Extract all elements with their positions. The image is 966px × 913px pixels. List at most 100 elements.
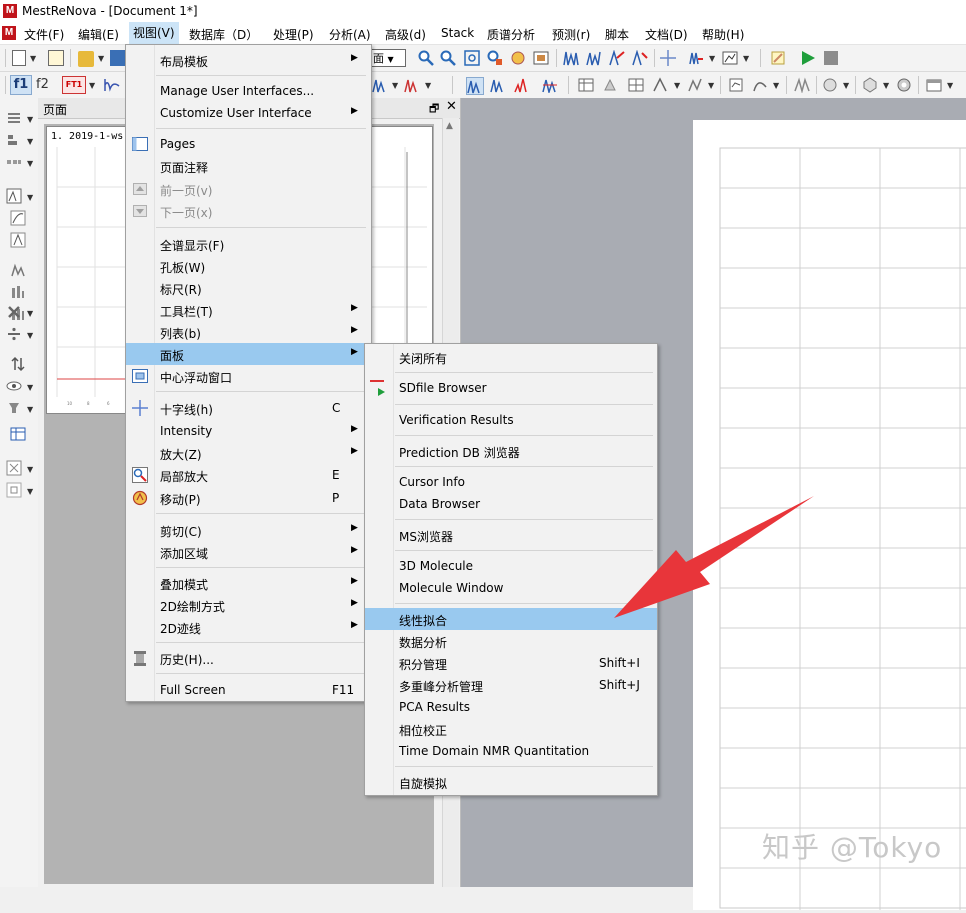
menu-item-ruler[interactable]: 标尺(R) [126, 277, 371, 299]
chevron-down-icon[interactable]: ▼ [27, 193, 33, 202]
baseline-tool-icon[interactable] [10, 284, 26, 300]
layout-combo[interactable]: 面 ▼ [370, 49, 406, 67]
menu-item-cut[interactable]: 剪切(C) ▶ [126, 519, 371, 541]
menu-item-integral-manager[interactable]: 积分管理 Shift+I [365, 652, 657, 674]
menu-item-pan[interactable]: 移动(P) P [126, 487, 371, 509]
menu-predict[interactable]: 预测(r) [552, 26, 590, 43]
menu-item-history[interactable]: 历史(H)... [126, 647, 371, 669]
chevron-down-icon[interactable]: ▼ [27, 115, 33, 124]
menu-item-time-domain-nmr[interactable]: Time Domain NMR Quantitation [365, 740, 657, 762]
menu-item-panels[interactable]: 面板 ▶ [126, 343, 371, 365]
sort-tool-icon[interactable] [10, 356, 26, 372]
stack-icon[interactable] [372, 77, 388, 93]
menu-document[interactable]: 文档(D) [645, 26, 688, 43]
pin-icon[interactable] [6, 400, 22, 416]
chevron-down-icon[interactable]: ▼ [709, 54, 715, 63]
chevron-down-icon[interactable]: ▼ [843, 81, 849, 90]
menu-item-verification-results[interactable]: Verification Results [365, 409, 657, 431]
molecule-icon[interactable] [602, 77, 618, 93]
menu-item-intensity[interactable]: Intensity ▶ [126, 420, 371, 442]
menu-item-next-page[interactable]: 下一页(x) [126, 200, 371, 222]
menu-item-pages[interactable]: Pages [126, 133, 371, 155]
chevron-down-icon[interactable]: ▼ [27, 331, 33, 340]
integrate-icon[interactable] [632, 50, 648, 66]
script-icon[interactable] [770, 50, 786, 66]
menu-item-2d-plot-mode[interactable]: 2D绘制方式 ▶ [126, 594, 371, 616]
zoom-region-icon[interactable] [487, 50, 503, 66]
multiplet-tool-left-icon[interactable] [10, 232, 26, 248]
menu-item-overlay-mode[interactable]: 叠加模式 ▶ [126, 572, 371, 594]
spectrum-lines-icon[interactable] [490, 77, 506, 93]
table-icon[interactable] [578, 77, 594, 93]
menu-edit[interactable]: 编辑(E) [78, 26, 119, 43]
menu-help[interactable]: 帮助(H) [702, 26, 744, 43]
zoom-out-icon[interactable] [440, 50, 456, 66]
chevron-down-icon[interactable]: ▼ [674, 81, 680, 90]
crosshair-icon[interactable] [660, 50, 676, 66]
document-logo-icon[interactable]: M [2, 26, 16, 40]
integral-tool-icon[interactable] [10, 210, 26, 226]
menu-item-center-float-window[interactable]: 中心浮动窗口 [126, 365, 371, 387]
chevron-down-icon[interactable]: ▼ [773, 81, 779, 90]
menu-stack[interactable]: Stack [441, 26, 474, 40]
menu-item-zoom[interactable]: 放大(Z) ▶ [126, 442, 371, 464]
eye-icon[interactable] [6, 378, 22, 394]
multiplet-tool-icon[interactable] [822, 77, 838, 93]
zoom-in-icon[interactable] [418, 50, 434, 66]
phase-tool-icon[interactable] [10, 262, 26, 278]
window-icon[interactable] [926, 77, 942, 93]
chevron-down-icon[interactable]: ▼ [425, 81, 431, 90]
grid-icon[interactable] [628, 77, 644, 93]
menu-item-layout-template[interactable]: 布局模板 ▶ [126, 49, 371, 71]
menu-item-2d-traces[interactable]: 2D迹线 ▶ [126, 616, 371, 638]
menu-item-local-zoom[interactable]: 局部放大 E [126, 464, 371, 486]
f1-button[interactable]: f1 [10, 75, 32, 95]
list-tool-icon[interactable] [6, 110, 22, 126]
region-tool-icon[interactable] [6, 460, 22, 476]
open-folder-icon[interactable] [78, 51, 94, 67]
menu-item-add-region[interactable]: 添加区域 ▶ [126, 541, 371, 563]
panel-float-icon[interactable]: 🗗 [429, 100, 439, 119]
zoom-tool-icon[interactable] [6, 482, 22, 498]
menu-analysis[interactable]: 分析(A) [329, 26, 371, 43]
close-icon[interactable]: ✕ [446, 99, 457, 114]
fit-curve-icon[interactable] [752, 77, 768, 93]
analysis-icon[interactable] [687, 77, 703, 93]
menu-database[interactable]: 数据库（D） [189, 26, 258, 43]
peaks-icon[interactable] [586, 50, 602, 66]
menu-item-prev-page[interactable]: 前一页(v) [126, 178, 371, 200]
peak-pick-icon[interactable] [609, 50, 625, 66]
peaks-multi-icon[interactable] [404, 77, 420, 93]
chart-icon[interactable] [722, 50, 738, 66]
spectrum-overlay-icon[interactable] [542, 77, 558, 93]
menu-item-page-notes[interactable]: 页面注释 [126, 155, 371, 177]
peak-tool-icon[interactable] [6, 188, 22, 204]
zoom-fit-icon[interactable] [464, 50, 480, 66]
menu-item-lists[interactable]: 列表(b) ▶ [126, 321, 371, 343]
align-tool-icon[interactable] [6, 132, 22, 148]
chevron-down-icon[interactable]: ▼ [708, 81, 714, 90]
menu-item-close-all[interactable]: 关闭所有 [365, 346, 657, 368]
menu-item-prediction-db-browser[interactable]: Prediction DB 浏览器 [365, 440, 657, 462]
chevron-down-icon[interactable]: ▼ [27, 487, 33, 496]
menu-item-spin-simulation[interactable]: 自旋模拟 [365, 771, 657, 793]
new-document-icon[interactable] [12, 50, 26, 66]
gear-icon[interactable] [896, 77, 912, 93]
multiplet-icon[interactable] [688, 50, 704, 66]
menu-item-full-screen[interactable]: Full Screen F11 [126, 679, 371, 701]
chevron-down-icon[interactable]: ▼ [98, 54, 104, 63]
menu-process[interactable]: 处理(P) [273, 26, 314, 43]
run-script-icon[interactable] [800, 50, 816, 66]
pan-icon[interactable] [510, 50, 526, 66]
ft1-button[interactable]: FT1 [62, 76, 86, 94]
distribute-tool-icon[interactable] [6, 154, 22, 170]
chevron-down-icon[interactable]: ▼ [27, 309, 33, 318]
chevron-down-icon[interactable]: ▼ [27, 383, 33, 392]
fit-icon[interactable] [533, 50, 549, 66]
fid-icon[interactable] [104, 77, 120, 93]
chevron-down-icon[interactable]: ▼ [27, 137, 33, 146]
menu-file[interactable]: 文件(F) [24, 26, 64, 43]
menu-item-full-spectrum[interactable]: 全谱显示(F) [126, 233, 371, 255]
spectrum-red-icon[interactable] [514, 77, 530, 93]
spectrum-icon[interactable] [563, 50, 579, 66]
